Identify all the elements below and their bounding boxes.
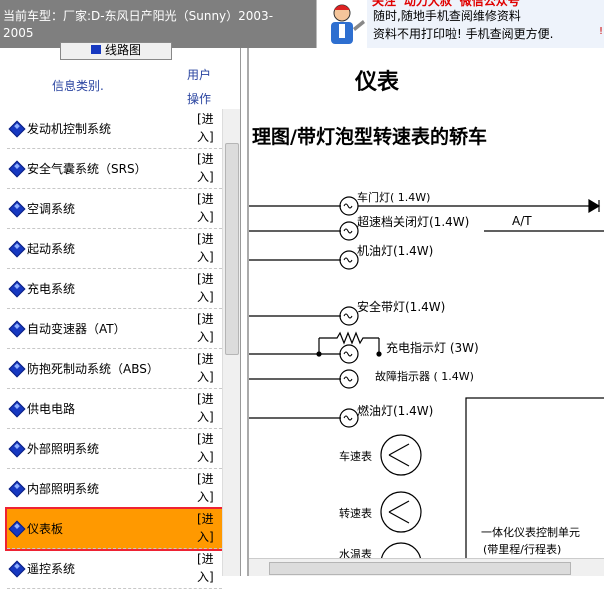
enter-link[interactable]: [进 入] bbox=[197, 550, 219, 586]
document-viewer: 仪表 理图/带灯泡型转速表的轿车 车门灯(1.4W) 超速档关闭灯(1.4W)… bbox=[247, 48, 604, 576]
list-item[interactable]: 充电系统 [进 入] bbox=[7, 269, 222, 309]
category-list: 发动机控制系统 [进 入] 安全气囊系统（SRS） [进 入] 空调系统 [进 入] … bbox=[5, 109, 224, 589]
list-item[interactable]: 发动机控制系统 [进 入] bbox=[7, 109, 222, 149]
lamp-door-label: 车门灯( 1.4W) bbox=[357, 191, 431, 204]
lamp-fuel-label: 燃油灯(1.4W) bbox=[357, 404, 434, 418]
document-horizontal-scrollbar[interactable] bbox=[249, 558, 604, 576]
enter-link[interactable]: [进 入] bbox=[197, 270, 219, 306]
enter-link[interactable]: [进 入] bbox=[197, 430, 219, 466]
mechanic-mascot-icon bbox=[317, 0, 367, 48]
lamp-seatbelt-label: 安全带灯(1.4W) bbox=[357, 300, 446, 314]
left-vertical-scrollbar[interactable] bbox=[222, 109, 240, 576]
category-label[interactable]: 遥控系统 bbox=[27, 560, 75, 577]
category-label[interactable]: 充电系统 bbox=[27, 280, 75, 297]
diagram-icon bbox=[90, 45, 101, 54]
list-item[interactable]: 防抱死制动系统（ABS） [进 入] bbox=[7, 349, 222, 389]
current-car-title: 当前车型：厂家:D-东风日产阳光（Sunny）2003-2005 bbox=[3, 9, 274, 40]
panel-heading-label: 线路图 bbox=[104, 43, 141, 57]
enter-link[interactable]: [进 入] bbox=[197, 510, 219, 546]
bullet-diamond-icon bbox=[8, 560, 26, 578]
scrollbar-thumb[interactable] bbox=[269, 562, 571, 575]
at-label: A/T bbox=[512, 214, 532, 228]
column-header-category: 信息类别. bbox=[52, 79, 104, 93]
category-label[interactable]: 自动变速器（AT） bbox=[27, 320, 126, 337]
bullet-diamond-icon bbox=[8, 240, 26, 258]
lamp-oil-label: 机油灯(1.4W) bbox=[357, 244, 434, 258]
list-item[interactable]: 外部照明系统 [进 入] bbox=[7, 429, 222, 469]
ad-banner[interactable]: 关注“动力大叔”微信公众号 随时,随地手机查阅维修资料 资料不用打印啦! 手机查… bbox=[316, 0, 604, 48]
lamp-overspeed-label: 超速档关闭灯(1.4W) bbox=[357, 215, 470, 229]
list-item[interactable]: 内部照明系统 [进 入] bbox=[7, 469, 222, 509]
bullet-diamond-icon bbox=[8, 120, 26, 138]
category-panel: 线路图 信息类别. 用户 操作 发动机控制系统 [进 入] 安全气囊系统（SRS）… bbox=[0, 42, 241, 589]
list-item[interactable]: 起动系统 [进 入] bbox=[7, 229, 222, 269]
category-label[interactable]: 发动机控制系统 bbox=[27, 120, 111, 137]
category-label[interactable]: 安全气囊系统（SRS） bbox=[27, 160, 147, 177]
list-item[interactable]: 供电电路 [进 入] bbox=[7, 389, 222, 429]
tachometer-label: 转速表 bbox=[339, 507, 372, 520]
category-label[interactable]: 仪表板 bbox=[27, 520, 63, 537]
enter-link[interactable]: [进 入] bbox=[197, 470, 219, 506]
bullet-diamond-icon bbox=[8, 480, 26, 498]
category-label[interactable]: 内部照明系统 bbox=[27, 480, 99, 497]
enter-link[interactable]: [进 入] bbox=[197, 150, 219, 186]
list-item[interactable]: 空调系统 [进 入] bbox=[7, 189, 222, 229]
bullet-diamond-icon bbox=[8, 400, 26, 418]
category-label[interactable]: 空调系统 bbox=[27, 200, 75, 217]
top-header: 当前车型：厂家:D-东风日产阳光（Sunny）2003-2005 关注“动力大叔… bbox=[0, 0, 604, 48]
bullet-diamond-icon bbox=[8, 360, 26, 378]
ad-close-icon[interactable]: ! bbox=[599, 26, 603, 37]
mascot-image bbox=[317, 0, 367, 48]
lamp-fault-label: 故障指示器 ( 1.4W) bbox=[375, 370, 474, 383]
enter-link[interactable]: [进 入] bbox=[197, 230, 219, 266]
control-unit-label-2: (带里程/行程表) bbox=[483, 543, 562, 556]
bullet-diamond-icon bbox=[8, 320, 26, 338]
bullet-diamond-icon bbox=[8, 280, 26, 298]
column-header-user: 用户 bbox=[187, 68, 212, 82]
bullet-diamond-icon bbox=[8, 200, 26, 218]
category-label[interactable]: 供电电路 bbox=[27, 400, 75, 417]
control-unit-label-1: 一体化仪表控制单元 bbox=[481, 526, 580, 539]
bullet-diamond-icon bbox=[8, 160, 26, 178]
category-label[interactable]: 外部照明系统 bbox=[27, 440, 99, 457]
lamp-charge-label: 充电指示灯 (3W) bbox=[386, 341, 479, 355]
category-label[interactable]: 防抱死制动系统（ABS） bbox=[27, 360, 159, 377]
list-item[interactable]: 自动变速器（AT） [进 入] bbox=[7, 309, 222, 349]
list-item[interactable]: 安全气囊系统（SRS） [进 入] bbox=[7, 149, 222, 189]
bullet-diamond-icon bbox=[8, 440, 26, 458]
speedometer-label: 车速表 bbox=[339, 450, 372, 463]
ad-line-3: 资料不用打印啦! 手机查阅更方便. bbox=[373, 27, 554, 41]
list-item[interactable]: 遥控系统 [进 入] bbox=[7, 549, 222, 589]
ad-line-2: 随时,随地手机查阅维修资料 bbox=[373, 9, 521, 23]
column-header-operation: 操作 bbox=[187, 92, 212, 106]
enter-link[interactable]: [进 入] bbox=[197, 190, 219, 226]
scrollbar-thumb[interactable] bbox=[225, 143, 239, 355]
list-item-selected[interactable]: 仪表板 [进 入] bbox=[5, 507, 224, 551]
bullet-diamond-icon bbox=[8, 520, 26, 538]
enter-link[interactable]: [进 入] bbox=[197, 390, 219, 426]
category-label[interactable]: 起动系统 bbox=[27, 240, 75, 257]
enter-link[interactable]: [进 入] bbox=[197, 310, 219, 346]
enter-link[interactable]: [进 入] bbox=[197, 110, 219, 146]
panel-heading: 线路图 bbox=[60, 42, 172, 60]
enter-link[interactable]: [进 入] bbox=[197, 350, 219, 386]
